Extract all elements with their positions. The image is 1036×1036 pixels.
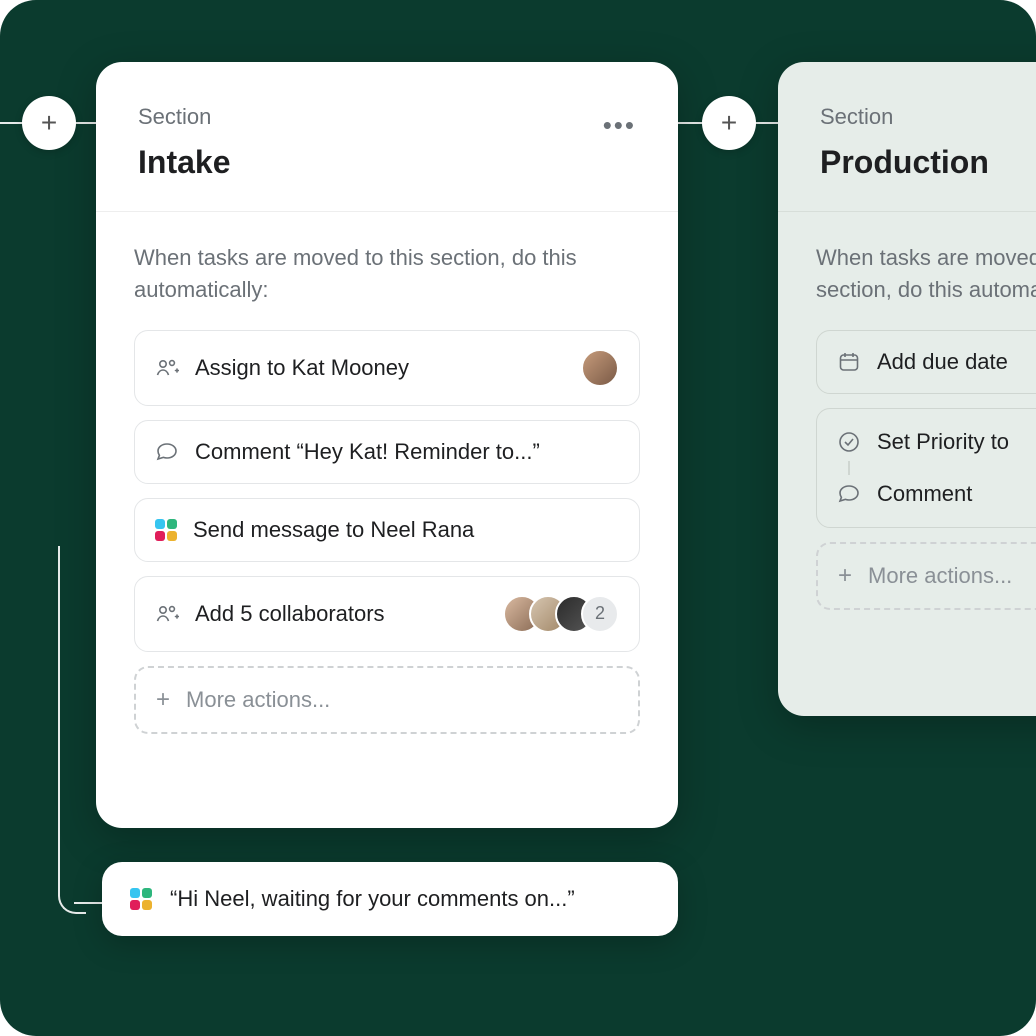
more-actions-button[interactable]: + More actions... [816,542,1036,610]
comment-icon [155,440,179,464]
section-menu-button[interactable]: ••• [603,104,636,141]
rule-label: Assign to Kat Mooney [195,355,409,381]
calendar-icon [837,350,861,374]
rule-due-date[interactable]: Add due date [816,330,1036,394]
rule-label: Add 5 collaborators [195,601,385,627]
rule-slack-message[interactable]: Send message to Neel Rana [134,498,640,562]
plus-icon: + [838,562,852,590]
rule-label: Comment [877,481,972,507]
rule-divider [848,461,850,475]
rule-label: Set Priority to [877,429,1009,455]
add-section-button[interactable]: + [702,96,756,150]
connector-line [58,546,60,886]
slack-icon [130,888,152,910]
avatar-stack: 2 [503,595,619,633]
slack-icon [155,519,177,541]
slack-message-text: “Hi Neel, waiting for your comments on..… [170,886,575,912]
comment-icon [837,482,861,506]
avatar [581,349,619,387]
rule-priority-comment[interactable]: Set Priority to Comment [816,408,1036,528]
workflow-canvas: + + Section Intake ••• When tasks are mo… [0,0,1036,1036]
section-label: Section [138,104,230,130]
section-title: Production [820,144,989,181]
section-title: Intake [138,144,230,181]
section-card-intake: Section Intake ••• When tasks are moved … [96,62,678,828]
connector-line [58,886,86,914]
more-actions-label: More actions... [868,563,1012,589]
rule-label: Comment “Hey Kat! Reminder to...” [195,439,540,465]
rule-assign[interactable]: Assign to Kat Mooney [134,330,640,406]
automation-prompt: When tasks are moved to this section, do… [816,242,1036,306]
rule-label: Add due date [877,349,1008,375]
add-section-button[interactable]: + [22,96,76,150]
assignee-icon [155,356,179,380]
priority-icon [837,430,861,454]
rule-comment[interactable]: Comment “Hey Kat! Reminder to...” [134,420,640,484]
section-label: Section [820,104,989,130]
plus-icon: + [156,686,170,714]
avatar-overflow-count: 2 [581,595,619,633]
more-actions-label: More actions... [186,687,330,713]
collaborators-icon [155,602,179,626]
rule-label: Send message to Neel Rana [193,517,474,543]
slack-message-preview: “Hi Neel, waiting for your comments on..… [102,862,678,936]
rule-add-collaborators[interactable]: Add 5 collaborators 2 [134,576,640,652]
section-card-production: Section Production When tasks are moved … [778,62,1036,716]
automation-prompt: When tasks are moved to this section, do… [134,242,640,306]
more-actions-button[interactable]: + More actions... [134,666,640,734]
